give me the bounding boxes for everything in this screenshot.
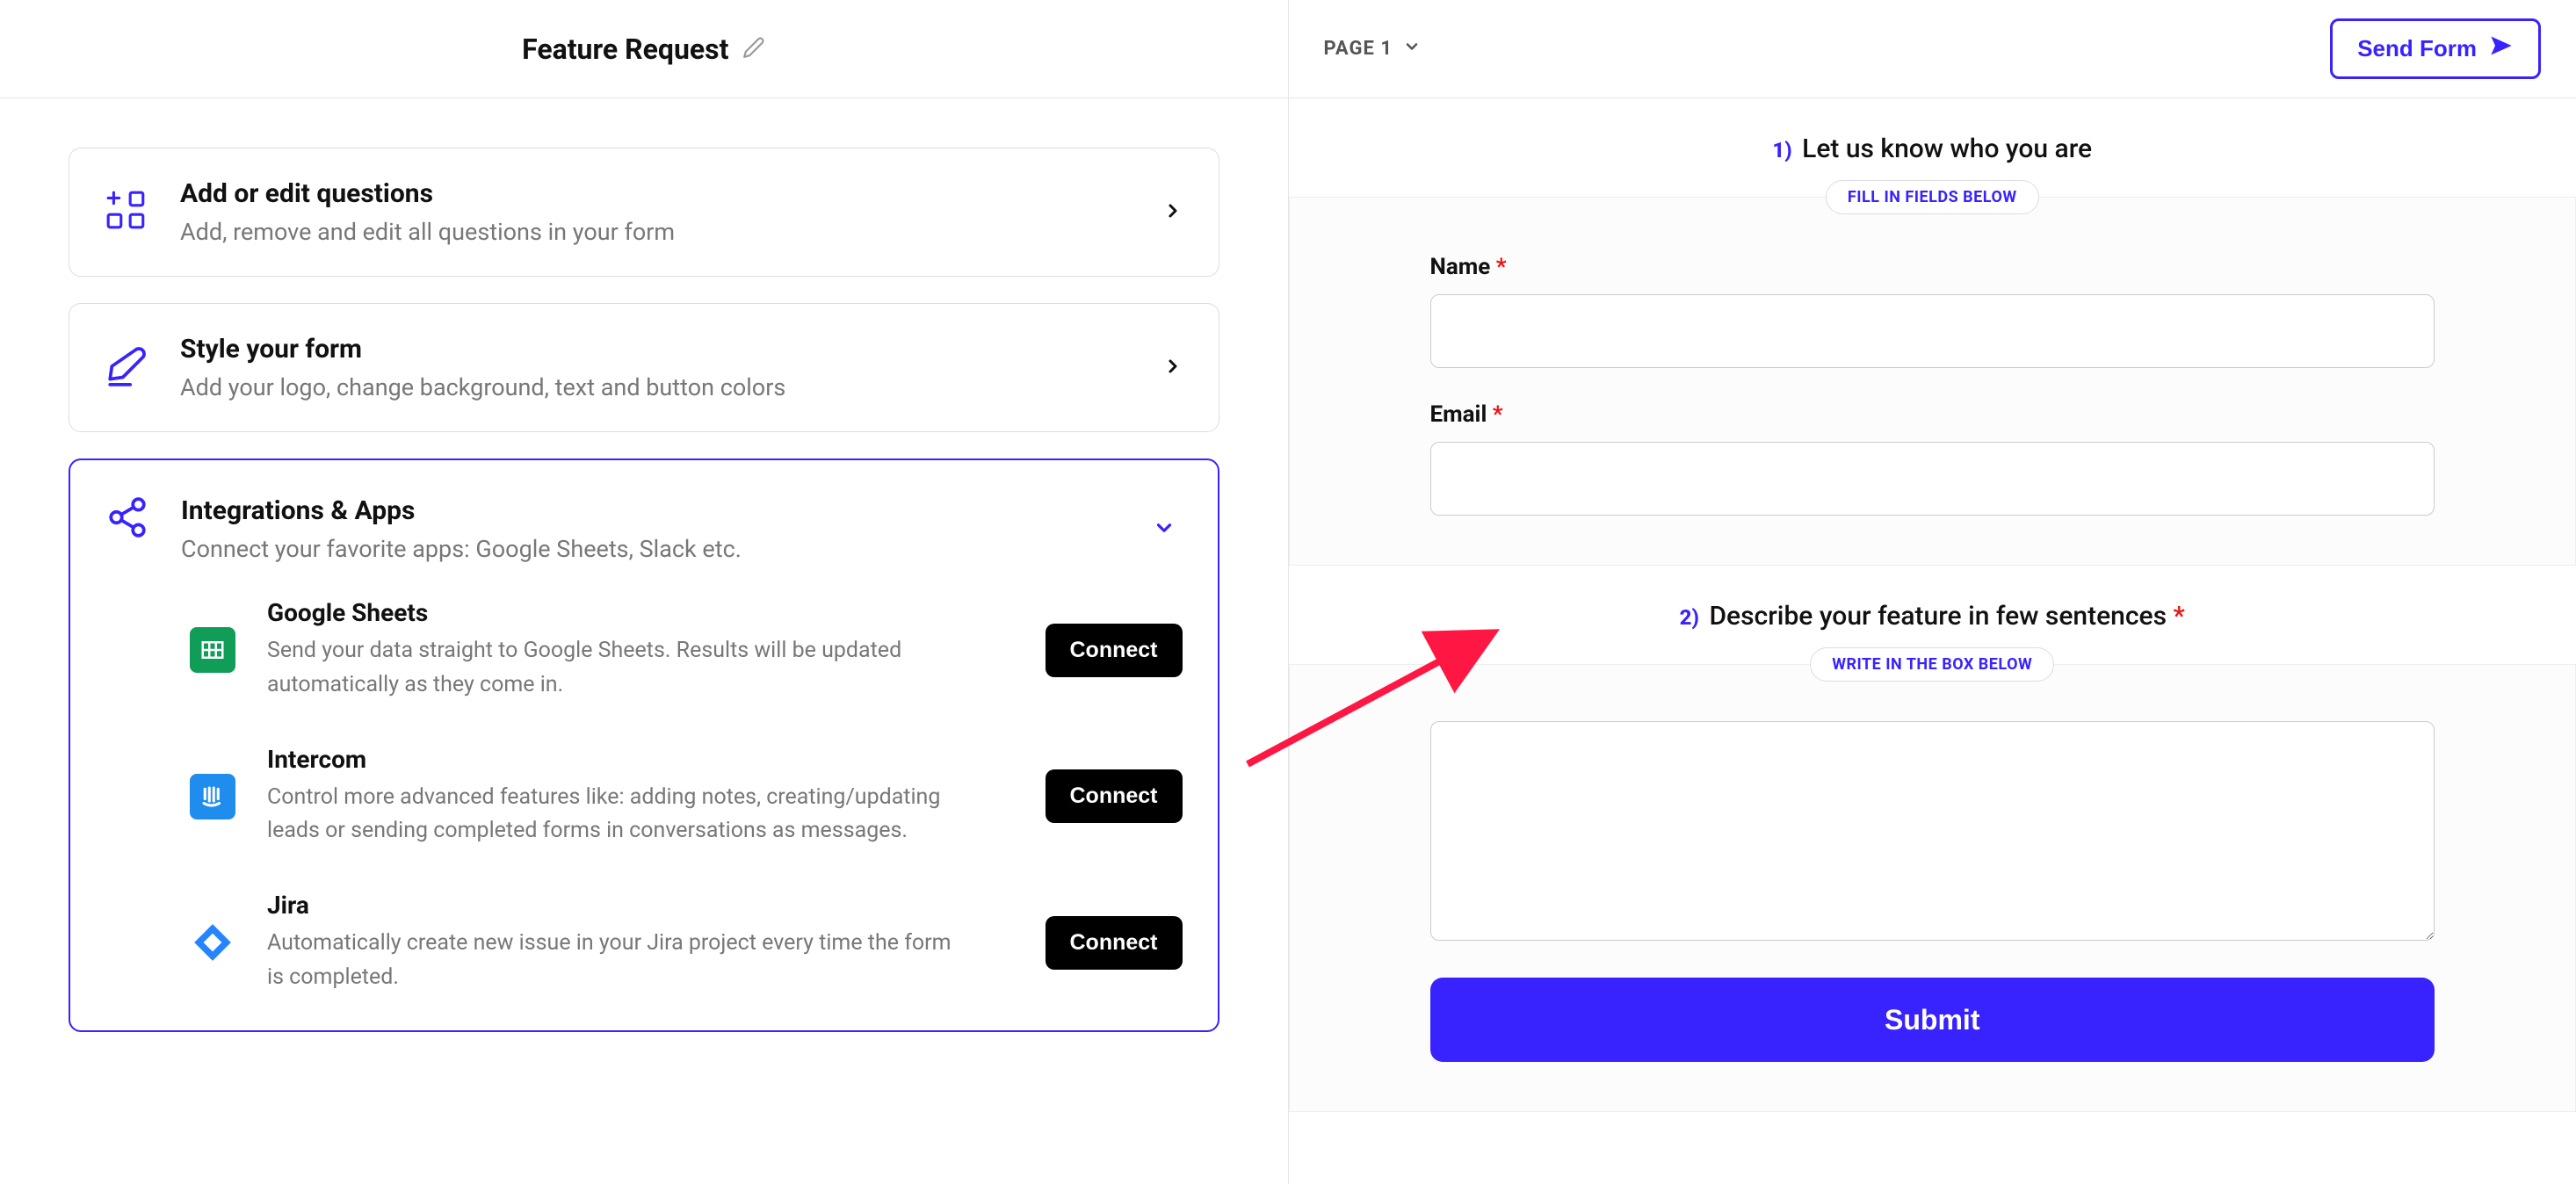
integration-desc: Automatically create new issue in your J… [267,927,952,995]
section-2-title: 2) Describe your feature in few sentence… [1680,601,2185,632]
card-subtitle: Add your logo, change background, text a… [180,373,785,401]
name-label: Name * [1430,254,2435,280]
card-add-questions[interactable]: Add or edit questions Add, remove and ed… [69,148,1219,277]
send-form-button[interactable]: Send Form [2330,18,2541,79]
integration-google-sheets: Google Sheets Send your data straight to… [190,598,1183,703]
connect-intercom-button[interactable]: Connect [1046,769,1183,823]
page-title: Feature Request [522,32,728,66]
section-badge: FILL IN FIELDS BELOW [1826,180,2039,214]
required-star: * [2174,601,2185,632]
page-selector[interactable]: PAGE 1 [1324,38,1421,61]
submit-button[interactable]: Submit [1430,978,2435,1062]
section-1-title: 1) Let us know who you are [1772,134,2092,164]
edit-title-icon[interactable] [742,36,765,62]
integration-title: Jira [267,891,952,920]
chevron-right-icon [1162,356,1183,380]
send-icon [2489,33,2514,64]
integration-desc: Send your data straight to Google Sheets… [267,634,952,703]
section-title-text: Let us know who you are [1802,134,2092,164]
email-input[interactable] [1430,442,2435,516]
section-title-text: Describe your feature in few sentences [1709,601,2167,632]
card-style-form[interactable]: Style your form Add your logo, change ba… [69,303,1219,432]
google-sheets-icon [190,627,235,673]
email-label: Email * [1430,401,2435,428]
section-number: 2) [1680,605,1699,630]
feature-description-textarea[interactable] [1430,721,2435,941]
name-input[interactable] [1430,294,2435,368]
section-badge: WRITE IN THE BOX BELOW [1810,647,2054,682]
section-number: 1) [1772,138,1791,162]
required-star: * [1493,401,1503,428]
required-star: * [1496,254,1507,280]
integration-title: Google Sheets [267,598,952,627]
send-label: Send Form [2357,35,2477,62]
card-subtitle: Add, remove and edit all questions in yo… [180,218,675,246]
integration-jira: Jira Automatically create new issue in y… [190,891,1183,995]
chevron-down-icon[interactable] [1153,516,1176,543]
card-title: Style your form [180,334,785,365]
card-integrations: Integrations & Apps Connect your favorit… [69,458,1219,1032]
card-title: Add or edit questions [180,178,675,209]
grid-add-icon [105,189,148,236]
integration-desc: Control more advanced features like: add… [267,781,952,849]
integration-title: Intercom [267,745,952,774]
integration-intercom: Intercom Control more advanced features … [190,745,1183,849]
share-icon [105,495,149,543]
chevron-down-icon [1403,38,1421,61]
connect-jira-button[interactable]: Connect [1046,916,1183,970]
connect-google-sheets-button[interactable]: Connect [1046,624,1183,677]
jira-icon [190,920,235,965]
card-subtitle: Connect your favorite apps: Google Sheet… [181,535,742,563]
page-label: PAGE 1 [1324,38,1393,60]
pencil-icon [105,344,148,392]
intercom-icon [190,774,235,819]
chevron-right-icon [1162,200,1183,225]
card-title: Integrations & Apps [181,495,742,526]
